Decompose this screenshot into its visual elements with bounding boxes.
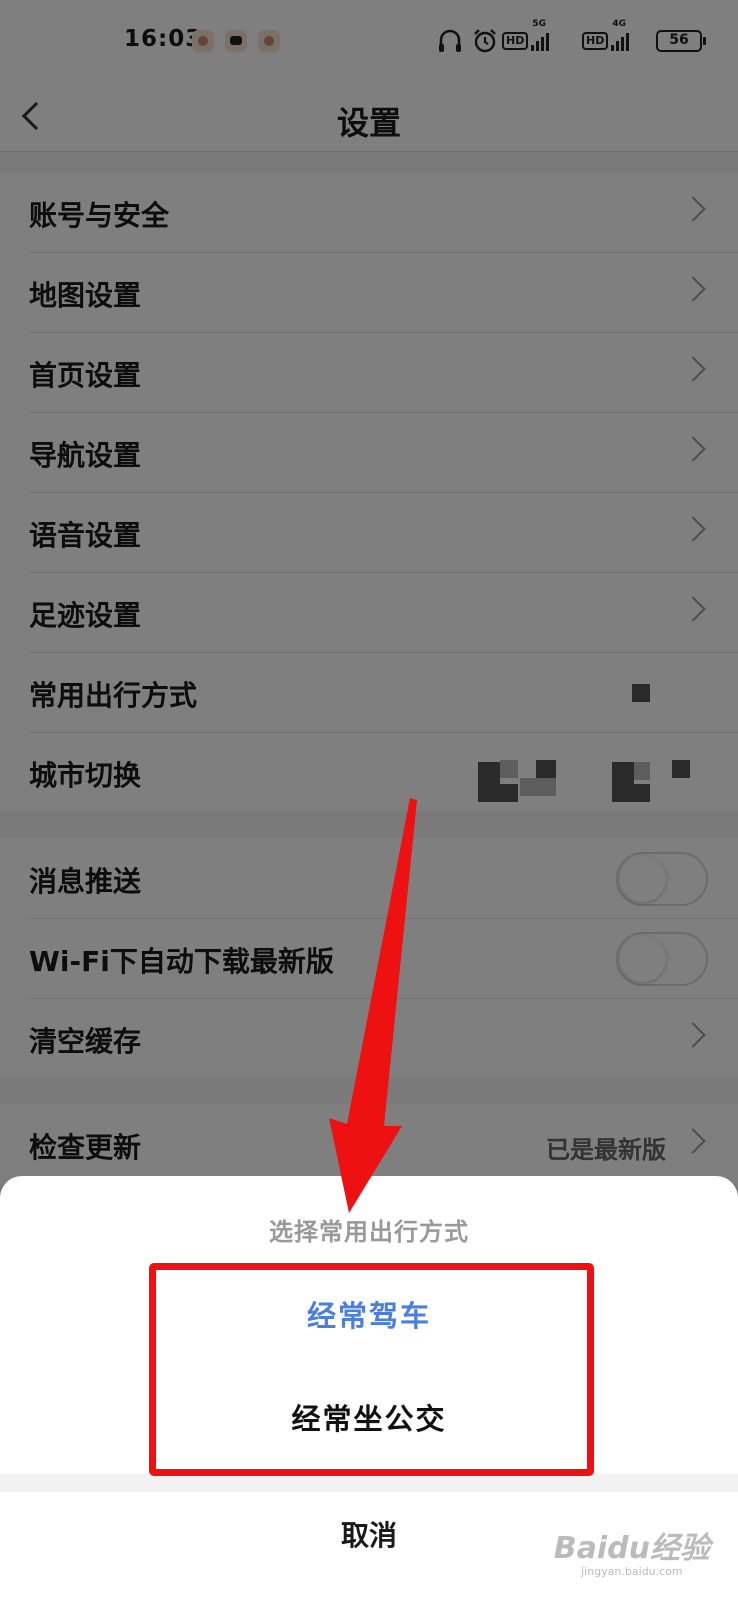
watermark-brand: Baidu经验 — [553, 1531, 710, 1566]
watermark: Baidu经验 jingyan.baidu.com — [554, 1523, 710, 1578]
annotation-arrow-icon — [329, 798, 417, 1213]
